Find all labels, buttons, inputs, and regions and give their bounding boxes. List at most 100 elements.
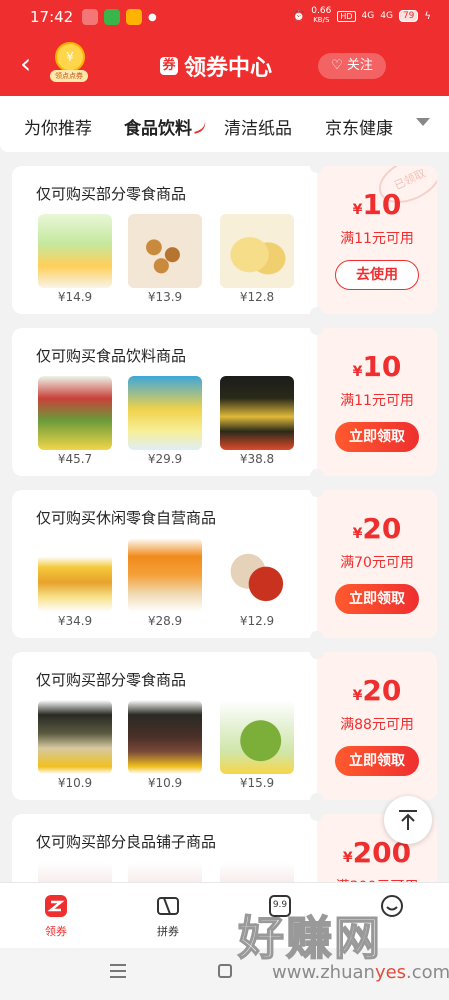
nav-coupon-label: 领券: [45, 925, 67, 938]
heart-icon: ♡: [331, 58, 343, 73]
weather-icon: [82, 9, 98, 25]
arrow-up-icon: [399, 810, 417, 830]
currency-symbol: ¥: [342, 850, 353, 866]
follow-button[interactable]: ♡ 关注: [318, 53, 386, 79]
product-item[interactable]: ¥13.9: [128, 214, 202, 304]
coupon-amount: 20: [362, 674, 402, 707]
tab-food-drinks[interactable]: 食品饮料: [124, 114, 192, 139]
product-item[interactable]: ¥45.7: [38, 376, 112, 466]
coupon-value-panel: ¥20 满88元可用 立即领取: [310, 652, 437, 800]
back-to-top-button[interactable]: [384, 796, 432, 844]
category-tabs: 为你推荐 食品饮料 清洁纸品 京东健康: [0, 96, 449, 152]
page-title: 券 领券中心: [160, 50, 272, 82]
coupon-mark-icon: 券: [160, 57, 178, 75]
watermark-url: www.zhuanyes.com: [272, 962, 449, 983]
hd-badge: HD: [337, 10, 356, 22]
net-unit: KB/S: [313, 16, 330, 24]
product-item[interactable]: ¥14.9: [38, 214, 112, 304]
net-speed: 0.66: [311, 6, 332, 16]
tab-cleaning-paper[interactable]: 清洁纸品: [224, 114, 292, 139]
currency-symbol: ¥: [352, 202, 363, 218]
nav-group-coupon-label: 拼券: [157, 925, 179, 938]
coupon-card: 仅可购买部分零食商品 ¥14.9 ¥13.9 ¥12.8 已领取 ¥10 满11…: [12, 166, 437, 314]
use-coupon-button[interactable]: 去使用: [335, 260, 419, 290]
product-image: [128, 538, 202, 612]
product-item[interactable]: ¥10.9: [38, 700, 112, 790]
home-icon[interactable]: [218, 964, 232, 978]
product-image: [128, 376, 202, 450]
nav-coupon[interactable]: 领券: [26, 893, 86, 939]
back-icon[interactable]: ‹: [20, 50, 31, 78]
coupon-card: 仅可购买食品饮料商品 ¥45.7 ¥29.9 ¥38.8 ¥10 满11元可用 …: [12, 328, 437, 476]
claim-coupon-button[interactable]: 立即领取: [335, 746, 419, 776]
coupon-card: 仅可购买休闲零食自营商品 ¥34.9 ¥28.9 ¥12.9 ¥20 满70元可…: [12, 490, 437, 638]
product-price: ¥10.9: [147, 776, 183, 790]
currency-symbol: ¥: [352, 688, 363, 704]
menu-icon[interactable]: [110, 964, 126, 978]
product-image: [128, 214, 202, 288]
product-price: ¥15.9: [239, 776, 275, 790]
coupon-title: 仅可购买休闲零食自营商品: [36, 509, 217, 527]
coupon-title: 仅可购买部分良品铺子商品: [36, 833, 217, 851]
product-item[interactable]: ¥12.8: [220, 214, 294, 304]
product-image: [220, 538, 294, 612]
coupon-condition: 满88元可用: [340, 717, 414, 733]
product-image: [38, 214, 112, 288]
product-price: ¥34.9: [57, 614, 93, 628]
header: ‹ ¥ 领点点券 券 领券中心 ♡ 关注: [0, 34, 449, 96]
coupon-amount: 10: [362, 350, 402, 383]
product-image: [38, 538, 112, 612]
coupon-amount: 20: [362, 512, 402, 545]
product-image: [38, 376, 112, 450]
currency-symbol: ¥: [352, 364, 363, 380]
product-item[interactable]: ¥28.9: [128, 538, 202, 628]
smile-icon: [379, 893, 405, 919]
product-item[interactable]: ¥10.9: [128, 700, 202, 790]
product-item[interactable]: ¥15.9: [220, 700, 294, 790]
signal-icon-1: 4G: [361, 11, 375, 21]
coupon-condition: 满70元可用: [340, 555, 414, 571]
product-item[interactable]: ¥12.9: [220, 538, 294, 628]
coupon-title: 仅可购买部分零食商品: [36, 671, 187, 689]
page-title-text: 领券中心: [184, 56, 273, 81]
tab-recommend[interactable]: 为你推荐: [24, 114, 92, 139]
product-item[interactable]: ¥34.9: [38, 538, 112, 628]
nav-group-coupon[interactable]: 拼券: [138, 893, 198, 939]
coupon-value-panel: 已领取 ¥10 满11元可用 去使用: [310, 166, 437, 314]
product-image: [220, 700, 294, 774]
badge-label: 领点点券: [50, 70, 88, 82]
follow-label: 关注: [346, 58, 373, 73]
product-item[interactable]: ¥38.8: [220, 376, 294, 466]
product-image: [38, 700, 112, 774]
product-price: ¥14.9: [57, 290, 93, 304]
coupon-icon: [43, 893, 69, 919]
coupon-card: 仅可购买部分零食商品 ¥10.9 ¥10.9 ¥15.9 ¥20 满88元可用 …: [12, 652, 437, 800]
product-price: ¥28.9: [147, 614, 183, 628]
ticket-icon: [155, 893, 181, 919]
product-price: ¥10.9: [57, 776, 93, 790]
more-tabs-button[interactable]: [396, 96, 449, 152]
dot-icon: ●: [148, 11, 157, 23]
product-price: ¥38.8: [239, 452, 275, 466]
product-price: ¥12.8: [239, 290, 275, 304]
coupon-condition: 满11元可用: [340, 231, 414, 247]
alarm-icon: ⏰: [292, 10, 306, 22]
claim-coupon-button[interactable]: 立即领取: [335, 422, 419, 452]
product-item[interactable]: ¥29.9: [128, 376, 202, 466]
coupon-value-panel: ¥20 满70元可用 立即领取: [310, 490, 437, 638]
points-badge[interactable]: ¥ 领点点券: [50, 42, 88, 88]
product-image: [220, 214, 294, 288]
status-bar: 17:42 ● ⏰ 0.66 KB/S HD 4G 4G 79 ϟ: [0, 0, 449, 34]
coupon-title: 仅可购买部分零食商品: [36, 185, 187, 203]
battery-icon: 79: [398, 10, 419, 22]
product-price: ¥45.7: [57, 452, 93, 466]
currency-symbol: ¥: [352, 526, 363, 542]
signal-icon-2: 4G: [380, 11, 393, 21]
product-price: ¥12.9: [239, 614, 275, 628]
coin-icon: ¥: [55, 42, 85, 72]
product-price: ¥13.9: [147, 290, 183, 304]
coupon-condition: 满11元可用: [340, 393, 414, 409]
claim-coupon-button[interactable]: 立即领取: [335, 584, 419, 614]
coupon-title: 仅可购买食品饮料商品: [36, 347, 187, 365]
tab-jd-health[interactable]: 京东健康: [325, 114, 393, 139]
